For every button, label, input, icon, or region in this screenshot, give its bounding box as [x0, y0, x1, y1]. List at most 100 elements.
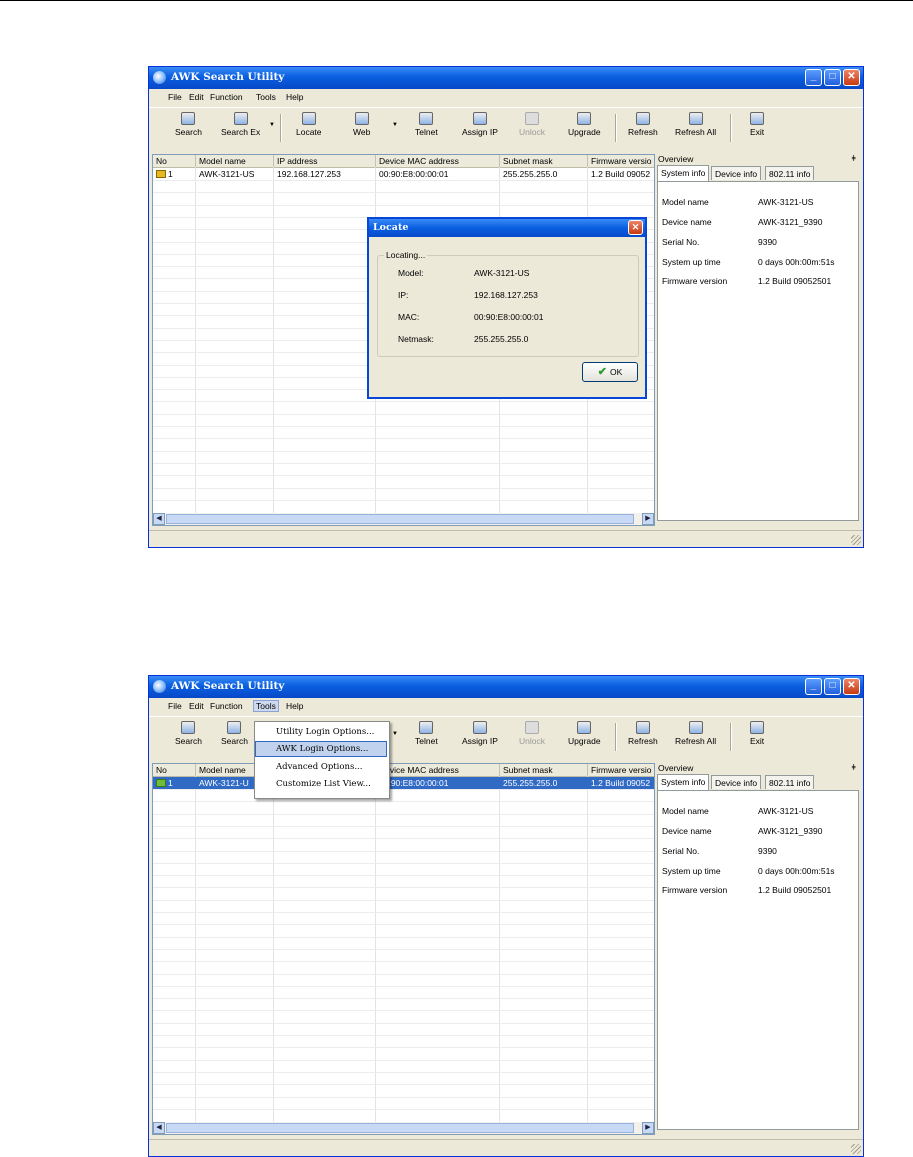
title-bar[interactable]: AWK Search Utility _ □ ✕	[149, 67, 863, 89]
column-header-subnet[interactable]: Subnet mask	[503, 156, 553, 166]
assign-ip-button[interactable]: Assign IP	[462, 112, 498, 137]
upgrade-button[interactable]: Upgrade	[568, 112, 601, 137]
field-value: 255.255.255.0	[474, 334, 529, 344]
resize-grip-icon[interactable]	[851, 1144, 861, 1154]
unlock-button[interactable]: Unlock	[519, 721, 545, 746]
search-ex-button[interactable]: Search Ex	[221, 112, 260, 137]
pin-icon[interactable]: ǂ	[851, 763, 856, 772]
toolbar: Search Search Ex ▼ Locate Web ▼ Telnet A…	[149, 107, 863, 150]
assign-ip-button[interactable]: Assign IP	[462, 721, 498, 746]
column-header-firmware[interactable]: Firmware versio	[591, 156, 651, 166]
scroll-thumb[interactable]	[166, 514, 634, 524]
menu-edit[interactable]: Edit	[189, 92, 204, 102]
menu-item-utility-login-options[interactable]: Utility Login Options...	[256, 725, 386, 739]
menu-tools[interactable]: Tools	[256, 92, 276, 102]
column-header-ip[interactable]: IP address	[277, 156, 317, 166]
horizontal-scrollbar[interactable]: ◀ ▶	[153, 513, 654, 525]
grid-row-line	[153, 875, 654, 877]
minimize-button[interactable]: _	[805, 678, 822, 695]
grid-row-line	[153, 813, 654, 815]
close-button[interactable]: ✕	[843, 678, 860, 695]
grid-row-line	[153, 789, 654, 790]
menu-function[interactable]: Function	[210, 92, 243, 102]
grid-row-line	[153, 838, 654, 840]
refresh-button[interactable]: Refresh	[628, 112, 658, 137]
resize-grip-icon[interactable]	[851, 535, 861, 545]
exit-button[interactable]: Exit	[750, 721, 764, 746]
tab-802-11-info[interactable]: 802.11 info	[765, 775, 815, 789]
web-dropdown-arrow[interactable]: ▼	[392, 731, 398, 737]
pin-icon[interactable]: ǂ	[851, 154, 856, 163]
scroll-thumb[interactable]	[166, 1123, 634, 1133]
menu-item-advanced-options[interactable]: Advanced Options...	[256, 760, 386, 774]
table-row[interactable]: 1 AWK-3121-US 192.168.127.253 00:90:E8:0…	[153, 168, 654, 180]
column-header-model[interactable]: Model name	[199, 765, 246, 775]
search-ex-button[interactable]: Search	[221, 721, 248, 746]
exit-button[interactable]: Exit	[750, 112, 764, 137]
scroll-left-arrow-icon[interactable]: ◀	[153, 513, 165, 525]
locating-group: Locating... Model: AWK-3121-US IP: 192.1…	[377, 250, 639, 357]
overview-pane: Overview ǂ System info Device info 802.1…	[655, 763, 862, 1133]
menu-item-customize-list-view[interactable]: Customize List View...	[256, 777, 386, 791]
menu-function[interactable]: Function	[210, 701, 243, 711]
search-ex-dropdown-arrow[interactable]: ▼	[269, 122, 275, 128]
menu-help[interactable]: Help	[286, 92, 303, 102]
menu-item-awk-login-options[interactable]: AWK Login Options...	[255, 741, 387, 757]
tab-802-11-info[interactable]: 802.11 info	[765, 166, 815, 180]
search-button[interactable]: Search	[175, 112, 202, 137]
menu-file[interactable]: File	[168, 92, 182, 102]
dialog-close-button[interactable]: ✕	[628, 220, 643, 235]
device-list[interactable]: No Model name Device MAC address Subnet …	[152, 763, 655, 1135]
locate-button[interactable]: Locate	[296, 112, 322, 137]
refresh-all-button[interactable]: Refresh All	[675, 112, 716, 137]
menu-help[interactable]: Help	[286, 701, 303, 711]
info-value: AWK-3121-US	[758, 806, 814, 816]
column-header-model[interactable]: Model name	[199, 156, 246, 166]
table-row-selected[interactable]: 1 AWK-3121-U 00:90:E8:00:00:01 255.255.2…	[153, 777, 654, 789]
refresh-button[interactable]: Refresh	[628, 721, 658, 746]
search-utility-window-locate: AWK Search Utility _ □ ✕ File Edit Funct…	[148, 66, 864, 548]
column-header-mac[interactable]: Device MAC address	[379, 156, 459, 166]
column-header-mac[interactable]: Device MAC address	[379, 765, 459, 775]
column-header-subnet[interactable]: Subnet mask	[503, 765, 553, 775]
info-label: Serial No.	[662, 846, 700, 856]
info-label: System up time	[662, 866, 721, 876]
checkmark-icon: ✔	[597, 366, 607, 378]
menu-file[interactable]: File	[168, 701, 182, 711]
scroll-right-arrow-icon[interactable]: ▶	[642, 513, 654, 525]
telnet-icon	[419, 112, 434, 125]
title-bar[interactable]: AWK Search Utility _ □ ✕	[149, 676, 863, 698]
refresh-all-button[interactable]: Refresh All	[675, 721, 716, 746]
maximize-button[interactable]: □	[824, 69, 841, 86]
ok-button[interactable]: ✔ OK	[582, 362, 638, 382]
scroll-right-arrow-icon[interactable]: ▶	[642, 1122, 654, 1134]
unlock-button[interactable]: Unlock	[519, 112, 545, 137]
telnet-button[interactable]: Telnet	[415, 721, 438, 746]
column-header-no[interactable]: No	[156, 156, 167, 166]
upgrade-button[interactable]: Upgrade	[568, 721, 601, 746]
web-button[interactable]: Web	[353, 112, 370, 137]
grid-row-line	[153, 912, 654, 913]
unlocked-icon	[156, 779, 166, 787]
menu-tools[interactable]: Tools	[253, 700, 279, 712]
tab-system-info[interactable]: System info	[657, 165, 710, 181]
search-button[interactable]: Search	[175, 721, 202, 746]
scroll-left-arrow-icon[interactable]: ◀	[153, 1122, 165, 1134]
telnet-button[interactable]: Telnet	[415, 112, 438, 137]
maximize-button[interactable]: □	[824, 678, 841, 695]
menu-bar: File Edit Function Tools Help	[149, 89, 863, 106]
column-header-no[interactable]: No	[156, 765, 167, 775]
menu-edit[interactable]: Edit	[189, 701, 204, 711]
tab-device-info[interactable]: Device info	[711, 166, 762, 180]
close-button[interactable]: ✕	[843, 69, 860, 86]
horizontal-scrollbar[interactable]: ◀ ▶	[153, 1122, 654, 1134]
minimize-button[interactable]: _	[805, 69, 822, 86]
web-dropdown-arrow[interactable]: ▼	[392, 122, 398, 128]
grid-row-line	[153, 192, 654, 194]
tab-device-info[interactable]: Device info	[711, 775, 762, 789]
column-header-firmware[interactable]: Firmware versio	[591, 765, 651, 775]
grid-row-line	[153, 450, 654, 452]
overview-title: Overview	[658, 154, 694, 164]
tab-system-info[interactable]: System info	[657, 774, 710, 790]
dialog-title-bar[interactable]: Locate ✕	[369, 219, 645, 237]
